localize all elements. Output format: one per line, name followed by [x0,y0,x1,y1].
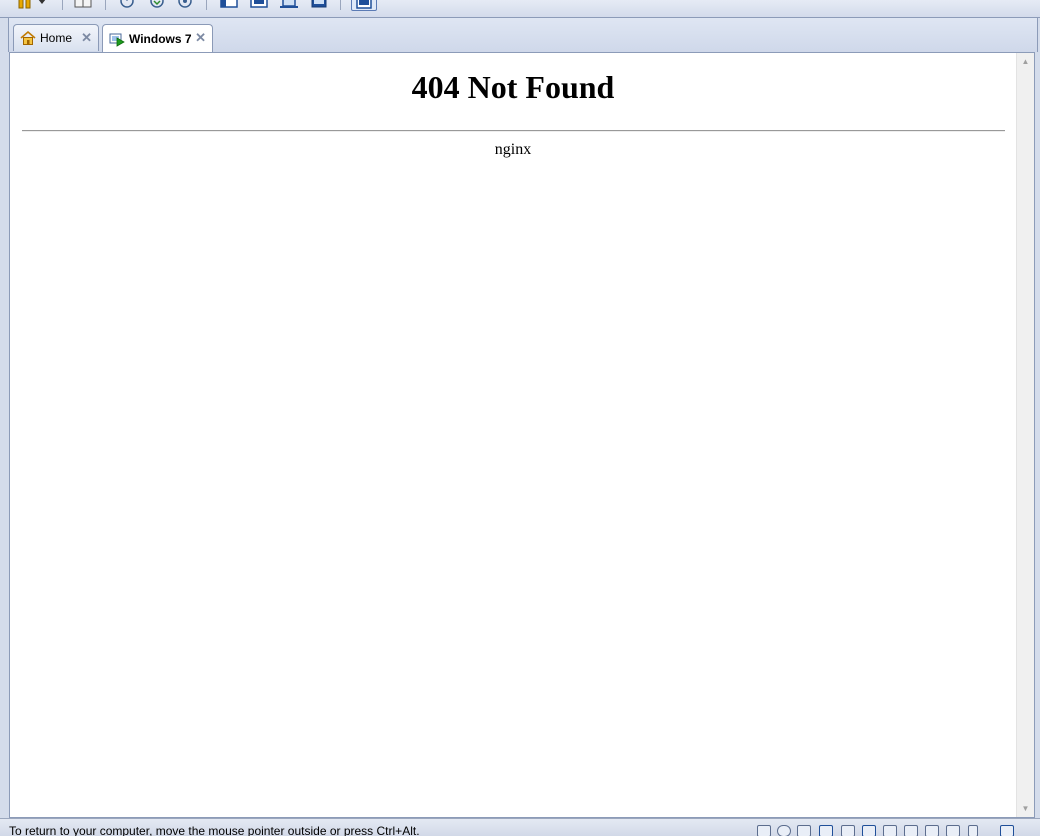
usb-device-icon[interactable] [883,825,897,836]
fullscreen-icon[interactable] [250,0,268,9]
tab-home[interactable]: Home ✕ [13,24,99,51]
sound-card-icon[interactable] [862,825,876,836]
tab-windows-7-label: Windows 7 [129,31,192,46]
cd-dvd-icon[interactable] [777,825,791,836]
server-signature: nginx [494,141,532,158]
revert-snapshot-icon[interactable] [148,0,166,9]
snapshot-manager-icon[interactable] [176,0,194,9]
home-icon [20,30,36,46]
pause-icon[interactable] [16,0,34,9]
vertical-scrollbar[interactable]: ▲ ▼ [1016,53,1034,817]
display-icon[interactable] [904,825,918,836]
vm-running-icon [109,31,125,47]
hard-disk-icon[interactable] [757,825,771,836]
divider [22,130,1005,132]
removable-device-icon[interactable] [925,825,939,836]
tab-windows-7[interactable]: Windows 7 ✕ [102,24,213,52]
dropdown-arrow-icon[interactable] [36,0,48,9]
page-title: 404 Not Found [411,69,615,105]
floppy-icon[interactable] [797,825,811,836]
messages-icon[interactable] [1000,825,1014,836]
tab-home-label: Home [40,31,73,45]
scroll-down-icon[interactable]: ▼ [1017,800,1034,817]
usb-controller-icon[interactable] [968,825,978,836]
normal-view-icon[interactable] [220,0,238,9]
thumbnail-bar-icon[interactable] [351,0,377,11]
settings-icon[interactable] [74,0,92,9]
unity-icon[interactable] [280,0,298,9]
status-message: To return to your computer, move the mou… [9,824,420,836]
snapshot-icon[interactable] [118,0,136,9]
console-view-icon[interactable] [310,0,328,9]
printer-icon[interactable] [841,825,855,836]
close-icon[interactable]: ✕ [81,30,92,46]
scroll-up-icon[interactable]: ▲ [1017,53,1034,70]
close-icon[interactable]: ✕ [195,30,206,46]
vm-toolbar [0,0,1040,18]
vm-tab-bar: Home ✕ Windows 7 ✕ [8,18,1038,52]
vm-console-view[interactable]: 404 Not Found nginx ▲ ▼ [9,52,1035,818]
status-bar: To return to your computer, move the mou… [0,818,1040,836]
usb-controller-icon[interactable] [946,825,960,836]
network-adapter-icon[interactable] [819,825,833,836]
